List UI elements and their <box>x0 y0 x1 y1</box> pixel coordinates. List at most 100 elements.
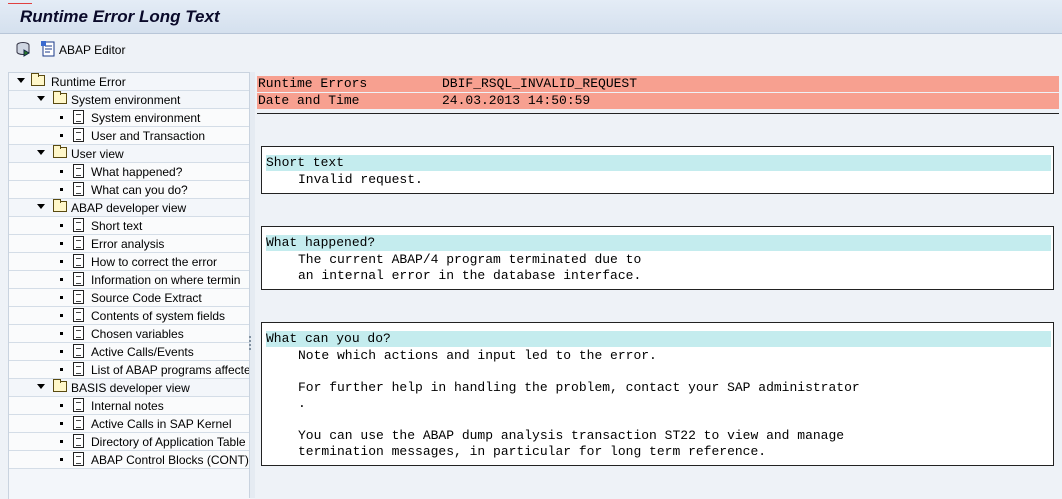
splitter-grip[interactable] <box>249 336 254 350</box>
tree-item-label: BASIS developer view <box>71 381 190 395</box>
expand-arrow-icon[interactable] <box>37 150 45 155</box>
tree-item-directory-of-application-table[interactable]: Directory of Application Table <box>9 433 250 451</box>
tree-item-label: Active Calls in SAP Kernel <box>91 417 232 431</box>
tree-item-label: Information on where termin <box>91 273 241 287</box>
header-label: Date and Time <box>258 93 360 108</box>
bullet-icon <box>60 404 63 407</box>
tree-item-label: Active Calls/Events <box>91 345 194 359</box>
bullet-icon <box>60 332 63 335</box>
header-value: 24.03.2013 14:50:59 <box>442 93 591 108</box>
document-icon <box>73 290 84 304</box>
header-value: DBIF_RSQL_INVALID_REQUEST <box>442 76 638 91</box>
tree-item-basis-developer-view[interactable]: BASIS developer view <box>9 379 250 397</box>
bullet-icon <box>60 278 63 281</box>
document-icon <box>73 272 84 286</box>
tree-item-label: ABAP developer view <box>71 201 187 215</box>
tree-item-label: System environment <box>91 111 201 125</box>
tree-item-label: Short text <box>91 219 143 233</box>
folder-icon <box>53 91 67 104</box>
bullet-icon <box>60 224 63 227</box>
bullet-icon <box>60 440 63 443</box>
title-separator <box>0 33 1062 34</box>
tree-item-label: User view <box>71 147 124 161</box>
folder-icon <box>53 199 67 212</box>
expand-arrow-icon[interactable] <box>37 204 45 209</box>
tree-item-active-calls-events[interactable]: Active Calls/Events <box>9 343 250 361</box>
header-label: Runtime Errors <box>258 76 368 91</box>
section-short-text: Short text Invalid request. <box>261 146 1054 194</box>
expand-arrow-icon[interactable] <box>37 96 45 101</box>
folder-icon <box>31 73 45 86</box>
bullet-icon <box>60 350 63 353</box>
tree-item-label: System environment <box>71 93 181 107</box>
folder-icon <box>53 379 67 392</box>
section-what-can-you-do: What can you do? Note which actions and … <box>261 322 1054 466</box>
header-row-runtime-errors: Runtime Errors DBIF_RSQL_INVALID_REQUEST <box>257 76 1059 92</box>
tree-item-list-of-abap-programs-affecte[interactable]: List of ABAP programs affecte <box>9 361 250 379</box>
tree-item-error-analysis[interactable]: Error analysis <box>9 235 250 253</box>
section-line: The current ABAP/4 program terminated du… <box>298 252 642 267</box>
tree-item-chosen-variables[interactable]: Chosen variables <box>9 325 250 343</box>
tree-item-short-text[interactable]: Short text <box>9 217 250 235</box>
tree-item-label: ABAP Control Blocks (CONT) <box>91 453 249 467</box>
document-icon <box>73 434 84 448</box>
tree-item-label: Contents of system fields <box>91 309 226 323</box>
bullet-icon <box>60 170 63 173</box>
header-rule <box>257 113 1059 114</box>
header-row-date-time: Date and Time 24.03.2013 14:50:59 <box>257 93 1059 109</box>
section-line: For further help in handling the problem… <box>298 380 860 395</box>
tree-item-label: What can you do? <box>91 183 188 197</box>
folder-icon <box>53 145 67 158</box>
tree-item-label: Runtime Error <box>51 75 126 89</box>
execute-icon[interactable] <box>16 41 32 57</box>
window-title: Runtime Error Long Text <box>20 7 220 26</box>
tree-item-system-environment[interactable]: System environment <box>9 91 250 109</box>
tree-item-what-can-you-do[interactable]: What can you do? <box>9 181 250 199</box>
section-line: termination messages, in particular for … <box>298 444 767 459</box>
bullet-icon <box>60 422 63 425</box>
navigation-tree: Runtime Error System environment System en… <box>8 72 250 499</box>
tree-item-label: List of ABAP programs affecte <box>91 363 250 377</box>
title-accent <box>8 3 32 4</box>
section-line: Note which actions and input led to the … <box>298 348 657 363</box>
tree-item-abap-control-blocks-cont[interactable]: ABAP Control Blocks (CONT) <box>9 451 250 469</box>
long-text-area: Runtime Errors DBIF_RSQL_INVALID_REQUEST… <box>255 72 1062 498</box>
expand-arrow-icon[interactable] <box>37 384 45 389</box>
tree-item-system-environment[interactable]: System environment <box>9 109 250 127</box>
tree-item-internal-notes[interactable]: Internal notes <box>9 397 250 415</box>
tree-item-label: Directory of Application Table <box>91 435 246 449</box>
tree-item-label: Source Code Extract <box>91 291 202 305</box>
document-icon <box>73 218 84 232</box>
document-icon <box>73 128 84 142</box>
tree-item-information-on-where-termin[interactable]: Information on where termin <box>9 271 250 289</box>
section-line: . <box>298 396 306 411</box>
document-icon <box>73 326 84 340</box>
tree-item-source-code-extract[interactable]: Source Code Extract <box>9 289 250 307</box>
tree-item-what-happened[interactable]: What happened? <box>9 163 250 181</box>
tree-item-abap-developer-view[interactable]: ABAP developer view <box>9 199 250 217</box>
tree-item-label: What happened? <box>91 165 183 179</box>
bullet-icon <box>60 188 63 191</box>
tree-item-active-calls-in-sap-kernel[interactable]: Active Calls in SAP Kernel <box>9 415 250 433</box>
bullet-icon <box>60 134 63 137</box>
document-icon <box>73 344 84 358</box>
section-heading: What happened? <box>266 235 1051 251</box>
tree-item-contents-of-system-fields[interactable]: Contents of system fields <box>9 307 250 325</box>
section-heading: Short text <box>266 155 1051 171</box>
tree-item-label: User and Transaction <box>91 129 206 143</box>
tree-item-user-and-transaction[interactable]: User and Transaction <box>9 127 250 145</box>
tree-item-how-to-correct-the-error[interactable]: How to correct the error <box>9 253 250 271</box>
expand-arrow-icon[interactable] <box>17 78 25 83</box>
document-icon <box>73 164 84 178</box>
title-bar: Runtime Error Long Text <box>0 0 1062 34</box>
document-icon <box>73 182 84 196</box>
document-icon <box>73 110 84 124</box>
bullet-icon <box>60 314 63 317</box>
abap-editor-icon[interactable] <box>41 41 57 57</box>
bullet-icon <box>60 296 63 299</box>
abap-editor-button[interactable]: ABAP Editor <box>59 43 125 57</box>
document-icon <box>73 362 84 376</box>
section-heading: What can you do? <box>266 331 1051 347</box>
tree-item-runtime-error[interactable]: Runtime Error <box>9 73 250 91</box>
tree-item-user-view[interactable]: User view <box>9 145 250 163</box>
